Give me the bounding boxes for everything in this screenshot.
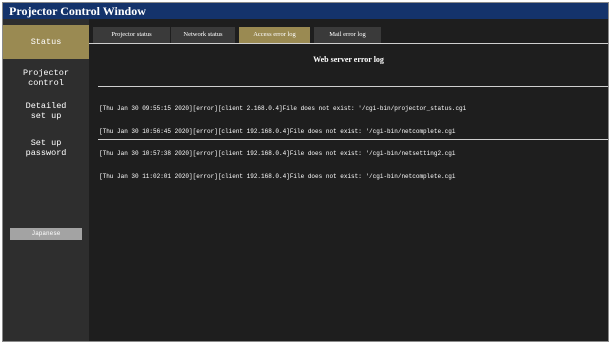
panel-title: Web server error log xyxy=(313,55,384,64)
japanese-language-button[interactable]: Japanese xyxy=(10,228,82,240)
log-line: [Thu Jan 30 10:57:38 2020][error][client… xyxy=(99,150,456,157)
sidebar: Status Projector control Detailed set up… xyxy=(3,19,89,341)
tab-mail-error-log[interactable]: Mail error log xyxy=(314,27,381,43)
log-line: [Thu Jan 30 11:02:01 2020][error][client… xyxy=(99,172,456,180)
sidebar-item-detailed-setup[interactable]: Detailed set up xyxy=(3,94,89,128)
window-title: Projector Control Window xyxy=(3,3,608,19)
error-log: [Thu Jan 30 09:55:15 2020][error][client… xyxy=(99,90,608,195)
log-line: [Thu Jan 30 09:55:15 2020][error][client… xyxy=(99,105,467,112)
tab-divider xyxy=(89,43,608,44)
sidebar-item-projector-control[interactable]: Projector control xyxy=(3,61,89,95)
projector-control-window: Projector Control Window Status Projecto… xyxy=(2,2,609,342)
sidebar-item-setup-password[interactable]: Set up password xyxy=(3,131,89,165)
log-line: [Thu Jan 30 10:56:45 2020][error][client… xyxy=(99,127,456,135)
log-bottom-divider xyxy=(98,139,608,140)
sidebar-item-status[interactable]: Status xyxy=(3,25,89,59)
tab-access-error-log[interactable]: Access error log xyxy=(239,27,310,43)
log-top-divider xyxy=(98,86,608,87)
tab-network-status[interactable]: Network status xyxy=(171,27,235,43)
main-panel: Projector status Network status Access e… xyxy=(89,19,608,341)
tab-projector-status[interactable]: Projector status xyxy=(93,27,170,43)
